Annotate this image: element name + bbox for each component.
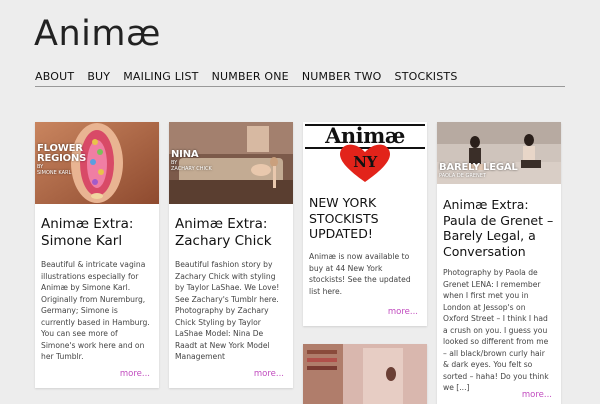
post-thumbnail[interactable]: FLOWER REGIONS BY SIMONE KARL [35,122,159,204]
thumb-caption-author: PAOLA DE GRENET [439,173,486,179]
logo-city: NY [353,153,377,171]
nav-stockists[interactable]: STOCKISTS [395,70,458,83]
site-title[interactable]: Animæ [34,12,161,56]
post-excerpt: Beautiful fashion story by Zachary Chick… [175,260,280,361]
post-card-paola-de-grenet: BARELY LEGAL BY PAOLA DE GRENET Animæ Ex… [437,122,561,404]
post-title[interactable]: Animæ Extra: Simone Karl [41,216,153,250]
more-link[interactable]: more... [522,390,552,400]
thumb-caption-line: NINA [171,149,199,160]
post-title[interactable]: NEW YORK STOCKISTS UPDATED! [309,195,421,242]
thumb-caption-line: BARELY LEGAL [439,162,518,173]
post-thumbnail[interactable] [303,344,427,404]
post-excerpt: Photography by Paola de Grenet LENA: I r… [443,268,549,392]
nav-buy[interactable]: BUY [87,70,110,83]
more-link[interactable]: more... [388,307,418,317]
nav-mailing-list[interactable]: MAILING LIST [123,70,198,83]
more-link[interactable]: more... [120,369,150,379]
interior-photo-image [303,344,427,404]
nav-number-two[interactable]: NUMBER TWO [302,70,382,83]
nav-number-one[interactable]: NUMBER ONE [212,70,289,83]
more-link[interactable]: more... [254,369,284,379]
thumb-caption-line: REGIONS [37,153,87,164]
main-nav: ABOUT BUY MAILING LIST NUMBER ONE NUMBER… [35,70,565,83]
nav-divider [35,86,565,87]
post-card-ny-stockists: Animæ NY NEW YORK STOCKISTS UPDATED! Ani… [303,122,427,326]
post-title[interactable]: Animæ Extra: Paula de Grenet – Barely Le… [443,197,555,259]
post-thumbnail[interactable]: BARELY LEGAL BY PAOLA DE GRENET [437,122,561,184]
post-excerpt: Animæ is now available to buy at 44 New … [309,252,411,296]
post-card-zachary-chick: NINA BY ZACHARY CHICK Animæ Extra: Zacha… [169,122,293,388]
post-thumbnail[interactable]: NINA BY ZACHARY CHICK [169,122,293,204]
post-excerpt: Beautiful & intricate vagina illustratio… [41,260,150,361]
post-title[interactable]: Animæ Extra: Zachary Chick [175,216,287,250]
post-card-next [303,344,427,404]
thumb-caption-author: SIMONE KARL [37,170,72,176]
nav-about[interactable]: ABOUT [35,70,74,83]
post-card-simone-karl: FLOWER REGIONS BY SIMONE KARL Animæ Extr… [35,122,159,388]
animae-ny-logo[interactable]: Animæ NY [303,122,427,185]
thumb-caption-author: ZACHARY CHICK [171,166,212,172]
